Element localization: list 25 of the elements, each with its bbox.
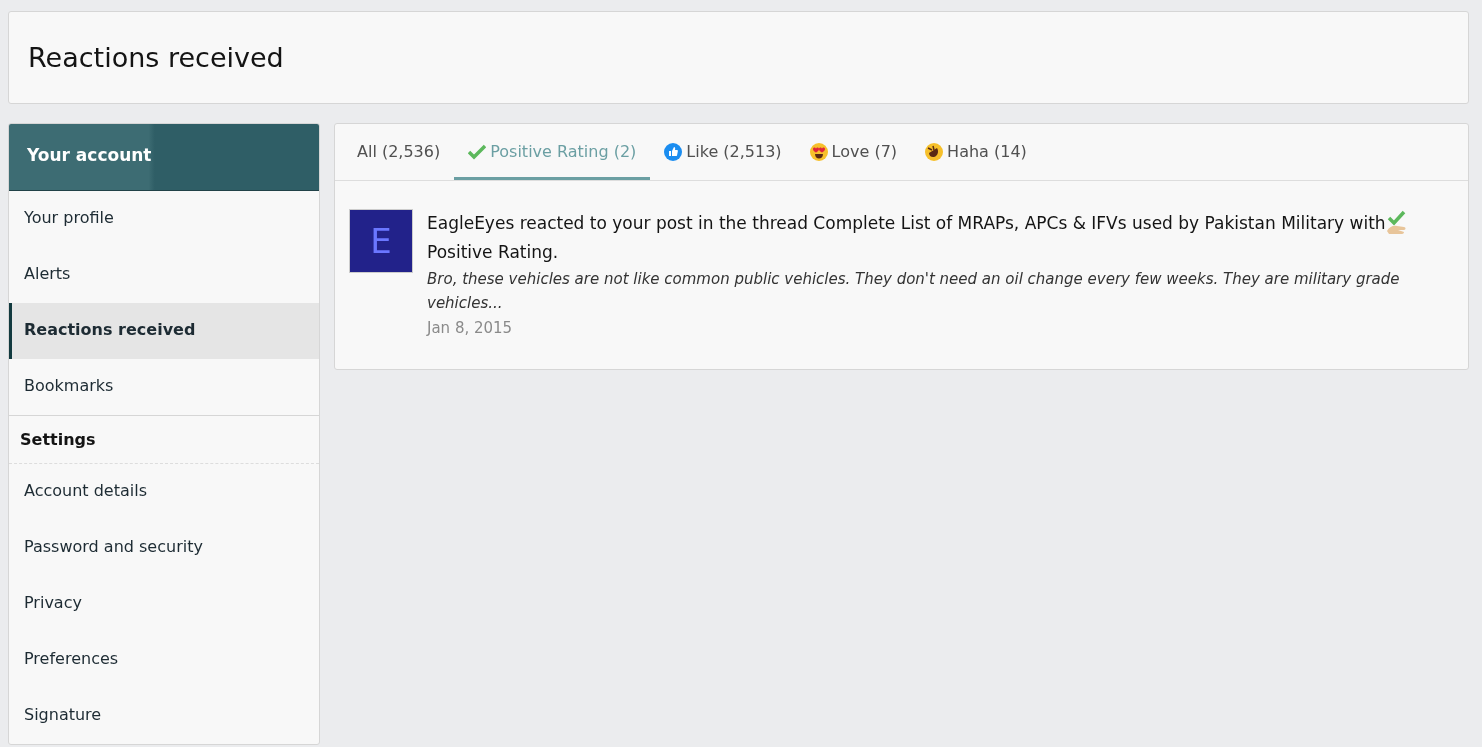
sidebar-item[interactable]: Privacy xyxy=(9,576,319,632)
sidebar-item[interactable]: Reactions received xyxy=(9,303,319,359)
reaction-label: Positive Rating. xyxy=(427,242,559,262)
post-snippet: Bro, these vehicles are not like common public vehicles. They don't need an oil change every few weeks. They are military grade vehicles... xyxy=(427,269,1401,314)
tab[interactable]: All (2,536) xyxy=(343,124,455,180)
checkmark-icon xyxy=(468,143,487,160)
sidebar-item[interactable]: Bookmarks xyxy=(9,359,319,415)
checkmark-hand-icon xyxy=(1385,209,1408,235)
sidebar-item[interactable]: Signature xyxy=(9,688,319,744)
tab[interactable]: Like (2,513) xyxy=(650,124,796,180)
tab[interactable]: Love (7) xyxy=(795,124,912,180)
section-title: Your account xyxy=(27,145,152,165)
sidebar-item[interactable]: Preferences xyxy=(9,632,319,688)
sidebar-item[interactable]: Account details xyxy=(9,464,319,520)
laughing-emoji-icon xyxy=(925,142,944,161)
sidebar-item[interactable]: Alerts xyxy=(9,247,319,303)
alert-message: EagleEyes reacted to your post in the thread Complete List of MRAPs, APCs & IFVs used by Pakistan Military with xyxy=(427,213,1386,233)
timestamp: Jan 8, 2015 xyxy=(427,319,514,337)
heart-eyes-emoji-icon xyxy=(809,142,828,161)
sidebar-item[interactable]: Password and security xyxy=(9,520,319,576)
thumbs-up-icon xyxy=(664,142,683,161)
page-title: Reactions received xyxy=(28,41,284,75)
tab[interactable]: Haha (14) xyxy=(911,124,1041,180)
section-title: Settings xyxy=(9,415,319,464)
sidebar-item[interactable]: Your profile xyxy=(9,191,319,247)
